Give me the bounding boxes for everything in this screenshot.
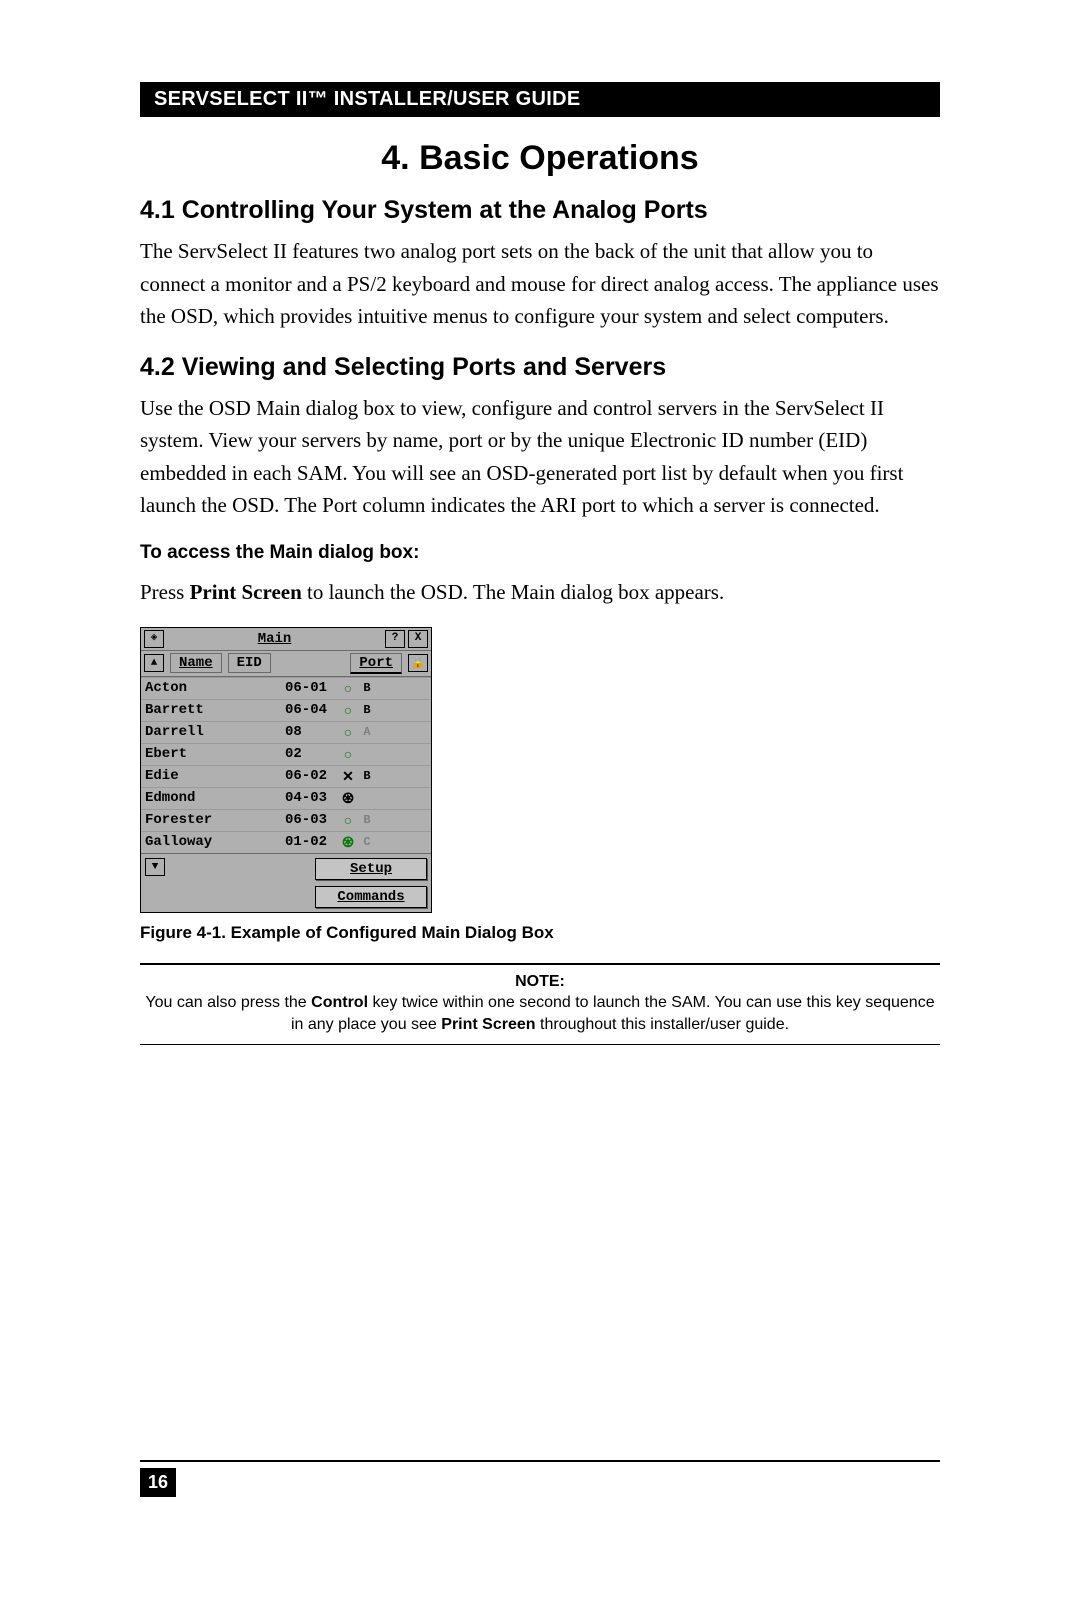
osd-titlebar: ◈ Main ? X [141,628,431,651]
osd-row-status-icon: ○ [337,680,359,696]
osd-row-channel: B [359,769,375,783]
section-4-1-body: The ServSelect II features two analog po… [140,235,940,333]
osd-system-icon[interactable]: ◈ [144,630,164,648]
instruction-post: to launch the OSD. The Main dialog box a… [302,580,724,604]
figure-caption: Figure 4-1. Example of Configured Main D… [140,923,940,943]
osd-close-button[interactable]: X [408,630,428,648]
osd-row-channel: B [359,681,375,695]
page-number: 16 [140,1468,176,1497]
osd-row-channel: B [359,813,375,827]
osd-row-status-icon: ♼ [337,834,359,851]
col-port-header[interactable]: Port [350,653,402,674]
note-title: NOTE: [140,971,940,993]
osd-row-name: Barrett [145,702,285,718]
osd-row[interactable]: Edmond04-03♼ [141,787,431,809]
osd-row-name: Edmond [145,790,285,806]
osd-row-name: Darrell [145,724,285,740]
osd-row[interactable]: Galloway01-02♼C [141,831,431,853]
subheading-access-main: To access the Main dialog box: [140,542,940,564]
osd-commands-button[interactable]: Commands [315,886,427,908]
osd-row-port: 02 [285,746,337,762]
instruction-pre: Press [140,580,190,604]
osd-row-status-icon: ○ [337,724,359,740]
osd-row-port: 04-03 [285,790,337,806]
osd-row[interactable]: Acton06-01○B [141,677,431,699]
scroll-down-button[interactable]: ▼ [145,858,165,876]
page-footer: 16 [140,1460,940,1497]
osd-row-name: Acton [145,680,285,696]
osd-row-status-icon: ○ [337,702,359,718]
osd-column-header: ▲ Name EID Port 🔒 [141,651,431,677]
col-eid-header[interactable]: EID [228,653,271,673]
note-body: You can also press the Control key twice… [140,992,940,1035]
osd-row-channel: B [359,703,375,717]
doc-header-bar: SERVSELECT II™ INSTALLER/USER GUIDE [140,82,940,117]
osd-row-port: 06-03 [285,812,337,828]
osd-row-port: 01-02 [285,834,337,850]
osd-rows: Acton06-01○BBarrett06-04○BDarrell08○AEbe… [141,677,431,853]
osd-setup-button[interactable]: Setup [315,858,427,880]
osd-row-status-icon: ♼ [337,790,359,807]
osd-row-port: 08 [285,724,337,740]
osd-row-name: Galloway [145,834,285,850]
note-block: NOTE: You can also press the Control key… [140,963,940,1045]
osd-row[interactable]: Edie06-02✕B [141,765,431,787]
osd-row-name: Forester [145,812,285,828]
osd-row-port: 06-04 [285,702,337,718]
osd-row-channel: C [359,835,375,849]
scroll-up-button[interactable]: ▲ [144,654,164,672]
osd-row-port: 06-02 [285,768,337,784]
section-4-2-title: 4.2 Viewing and Selecting Ports and Serv… [140,353,940,382]
section-4-1-title: 4.1 Controlling Your System at the Analo… [140,196,940,225]
osd-row[interactable]: Barrett06-04○B [141,699,431,721]
osd-row-channel: A [359,725,375,739]
osd-row-name: Ebert [145,746,285,762]
osd-row-port: 06-01 [285,680,337,696]
chapter-title: 4. Basic Operations [140,139,940,178]
osd-main-dialog: ◈ Main ? X ▲ Name EID Port 🔒 Acton06-01○… [140,627,432,913]
osd-row-name: Edie [145,768,285,784]
col-name-header[interactable]: Name [170,653,222,673]
osd-title: Main [164,631,385,647]
print-screen-key-2: Print Screen [441,1016,535,1033]
lock-icon[interactable]: 🔒 [408,654,428,672]
osd-row-status-icon: ○ [337,746,359,762]
osd-row[interactable]: Darrell08○A [141,721,431,743]
instruction-text: Press Print Screen to launch the OSD. Th… [140,580,940,605]
osd-row[interactable]: Forester06-03○B [141,809,431,831]
osd-help-button[interactable]: ? [385,630,405,648]
control-key: Control [311,994,368,1011]
osd-row[interactable]: Ebert02○ [141,743,431,765]
print-screen-key: Print Screen [190,580,302,604]
osd-row-status-icon: ○ [337,812,359,828]
section-4-2-body: Use the OSD Main dialog box to view, con… [140,392,940,522]
osd-row-status-icon: ✕ [337,768,359,785]
